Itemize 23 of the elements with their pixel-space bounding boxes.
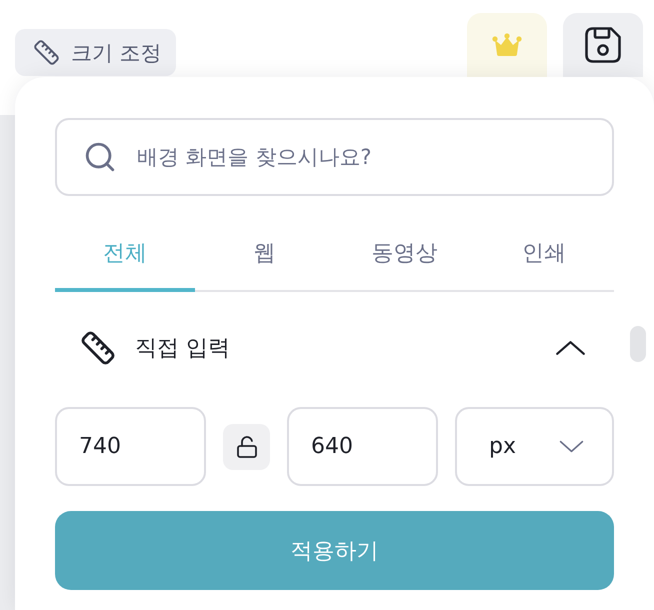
section-title: 직접 입력 xyxy=(135,335,231,363)
category-tab[interactable]: 웹 xyxy=(194,222,334,292)
chevron-up-icon xyxy=(555,340,586,356)
open-lock-icon xyxy=(234,434,258,458)
search-field[interactable]: 배경 화면을 찾으시나요? xyxy=(55,118,614,196)
section-toggle[interactable] xyxy=(555,340,586,356)
category-tab[interactable]: 인쇄 xyxy=(474,222,614,292)
category-tab[interactable]: 동영상 xyxy=(334,222,474,292)
chevron-down-icon xyxy=(559,440,584,453)
search-icon xyxy=(83,140,117,174)
save-icon xyxy=(585,27,621,63)
ruler-icon xyxy=(33,39,60,66)
category-tab[interactable]: 전체 xyxy=(55,222,195,292)
save-button[interactable] xyxy=(563,13,643,77)
height-input[interactable]: 640 xyxy=(287,407,438,486)
unit-select[interactable]: px xyxy=(455,407,614,486)
width-input[interactable]: 740 xyxy=(55,407,206,486)
aspect-lock-button[interactable] xyxy=(223,424,270,470)
scrollbar-thumb[interactable] xyxy=(630,326,646,362)
crown-icon xyxy=(492,33,522,57)
apply-button[interactable]: 적용하기 xyxy=(55,511,614,590)
resize-button[interactable]: 크기 조정 xyxy=(15,29,176,76)
ruler-icon xyxy=(80,330,116,366)
